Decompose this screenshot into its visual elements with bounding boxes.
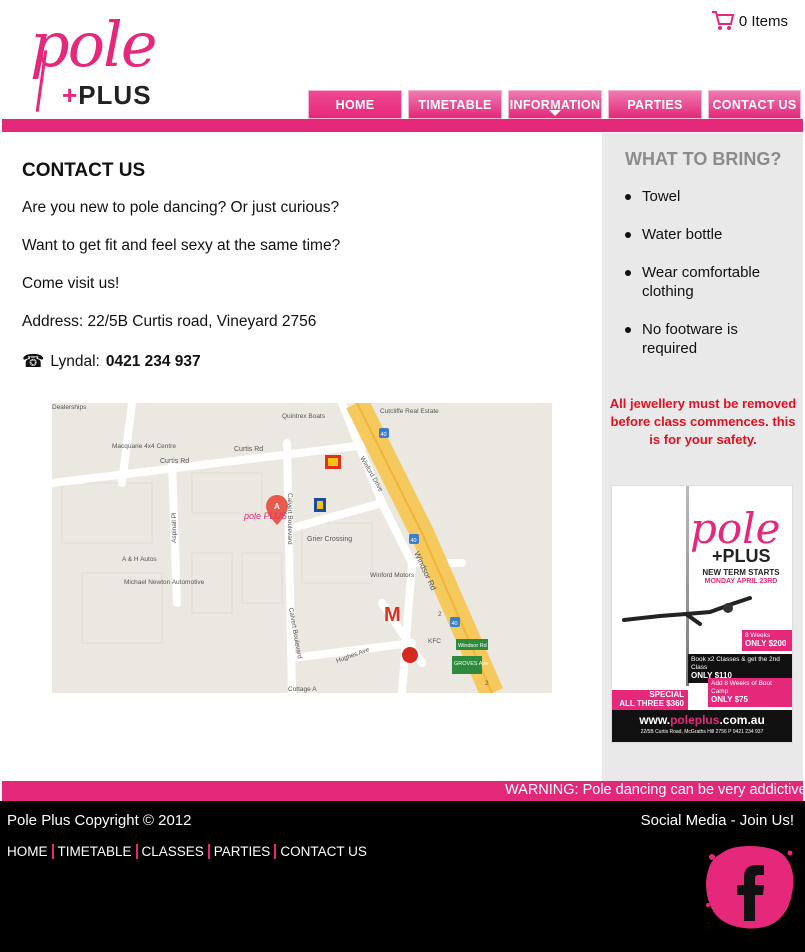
main-nav: HOME TIMETABLE INFORMATION PARTIES CONTA… — [308, 90, 801, 119]
map-graphic: M Quintrex Boats Cutcliffe Real Estate M… — [52, 403, 552, 693]
header-divider — [2, 119, 803, 132]
footer-link-classes[interactable]: CLASSES — [142, 844, 204, 859]
map-label-cutcliffe: Cutcliffe Real Estate — [380, 408, 439, 415]
phone-row: ☎ Lyndal: 0421 234 937 — [22, 351, 582, 372]
promo-special: SPECIAL ALL THREE $360 — [612, 690, 688, 710]
warning-ticker: WARNING: Pole dancing can be very addict… — [2, 781, 803, 801]
social-media-heading: Social Media - Join Us! — [640, 812, 794, 829]
list-item: Wear comfortable clothing — [624, 263, 794, 301]
map-label-dealers: Dealerships — [52, 404, 87, 411]
nav-contact-us[interactable]: CONTACT US — [708, 90, 801, 119]
map-route-40: 40 — [381, 432, 387, 438]
map-label-aspinall: Aspinall Pl — [171, 512, 178, 543]
dropdown-caret-icon — [549, 110, 561, 116]
address-text: Address: 22/5B Curtis road, Vineyard 275… — [22, 313, 317, 330]
footer-link-home[interactable]: HOME — [7, 844, 48, 859]
phone-number[interactable]: 0421 234 937 — [106, 353, 201, 371]
nav-contact-label: CONTACT US — [712, 97, 797, 112]
footer-link-parties[interactable]: PARTIES — [214, 844, 271, 859]
jewellery-warning: All jewellery must be removed before cla… — [609, 396, 797, 447]
map-label-curtis-rd: Curtis Rd — [160, 458, 189, 465]
footer-separator — [51, 844, 54, 859]
list-item: Water bottle — [624, 225, 794, 244]
footer-separator — [207, 844, 210, 859]
map-route-40-3: 40 — [452, 621, 458, 627]
map-logo: pole PLUS — [243, 511, 287, 521]
nav-home-label: HOME — [335, 97, 375, 112]
map-label-michael-newton: Michael Newton Automotive — [124, 579, 205, 586]
site-logo[interactable]: pole +PLUS — [28, 8, 158, 114]
bring-list: Towel Water bottle Wear comfortable clot… — [624, 187, 794, 377]
intro-question: Are you new to pole dancing? Or just cur… — [22, 199, 340, 216]
map-route-2: 2 — [438, 611, 442, 618]
list-item: No footware is required — [624, 320, 794, 358]
footer-link-contact-us[interactable]: CONTACT US — [280, 844, 367, 859]
site-footer: Pole Plus Copyright © 2012 Social Media … — [0, 801, 805, 952]
sidebar: WHAT TO BRING? Towel Water bottle Wear c… — [602, 133, 803, 781]
map-label-windsor-sign: Windsor Rd — [458, 643, 487, 649]
intro-visit: Come visit us! — [22, 275, 120, 292]
promo-plus: +PLUS — [712, 546, 771, 566]
nav-parties-label: PARTIES — [627, 97, 683, 112]
promo-date: MONDAY APRIL 23RD — [704, 578, 778, 585]
nav-information[interactable]: INFORMATION — [508, 90, 602, 119]
footer-nav: HOME TIMETABLE CLASSES PARTIES CONTACT U… — [7, 844, 367, 859]
map-label-winford-motors: Winford Motors — [370, 572, 415, 579]
svg-text:M: M — [384, 604, 401, 626]
promo-footer: www.poleplus.com.au 22/5B Curtis Road, M… — [612, 710, 792, 742]
facebook-icon[interactable] — [704, 843, 796, 929]
map-label-quintrex: Quintrex Boats — [282, 413, 326, 420]
main-content: CONTACT US Are you new to pole dancing? … — [22, 160, 582, 372]
list-item: Towel — [624, 187, 794, 206]
map-label-cottage: Cottage A — [288, 686, 317, 693]
logo-text-pole: pole — [30, 8, 158, 81]
footer-separator — [274, 844, 277, 859]
promo-url[interactable]: www.poleplus.com.au — [612, 710, 792, 727]
promo-new-term: NEW TERM STARTS — [702, 568, 780, 577]
nav-home[interactable]: HOME — [308, 90, 402, 119]
cart-icon — [711, 11, 735, 30]
map-route-40-2: 40 — [411, 538, 417, 544]
location-map[interactable]: M Quintrex Boats Cutcliffe Real Estate M… — [52, 403, 552, 693]
footer-separator — [135, 844, 138, 859]
nav-timetable[interactable]: TIMETABLE — [408, 90, 502, 119]
map-label-calvert: Calvert Boulevard — [286, 493, 293, 545]
ticker-text: WARNING: Pole dancing can be very addict… — [505, 782, 803, 798]
logo-text-plus: +PLUS — [62, 80, 152, 110]
promo-dancer-figure — [622, 596, 752, 626]
footer-link-timetable[interactable]: TIMETABLE — [58, 844, 132, 859]
map-label-groves: GROVES Ave — [454, 661, 488, 667]
cart-label: 0 Items — [738, 12, 788, 30]
sidebar-title: WHAT TO BRING? — [625, 149, 782, 169]
phone-icon: ☎ — [22, 351, 45, 371]
map-label-grier: Grier Crossing — [307, 536, 352, 543]
promo-address: 22/5B Curtis Road, McGraths Hill 2756 P … — [640, 729, 764, 735]
promo-offer-bootcamp: Add 8 Weeks of Boot Camp ONLY $75 — [708, 678, 792, 707]
map-marker-label: A — [274, 502, 280, 511]
promo-offer-8weeks: 8 Weeks ONLY $200 — [742, 630, 792, 651]
cart-link[interactable]: 0 Items — [711, 10, 788, 32]
map-label-kfc: KFC — [428, 638, 441, 645]
phone-label: Lyndal: — [50, 352, 100, 370]
page-title: CONTACT US — [22, 160, 146, 181]
map-label-curtis-rd-2: Curtis Rd — [234, 446, 263, 453]
nav-parties[interactable]: PARTIES — [608, 90, 702, 119]
map-label-ah-autos: A & H Autos — [122, 556, 157, 563]
map-label-macquarie: Macquarie 4x4 Centre — [112, 443, 176, 450]
nav-timetable-label: TIMETABLE — [418, 97, 492, 112]
map-route-2b: 2 — [485, 680, 489, 687]
intro-fitness: Want to get fit and feel sexy at the sam… — [22, 237, 341, 254]
copyright-text: Pole Plus Copyright © 2012 — [7, 812, 192, 829]
promo-banner[interactable]: pole +PLUS NEW TERM STARTS MONDAY APRIL … — [611, 485, 793, 743]
